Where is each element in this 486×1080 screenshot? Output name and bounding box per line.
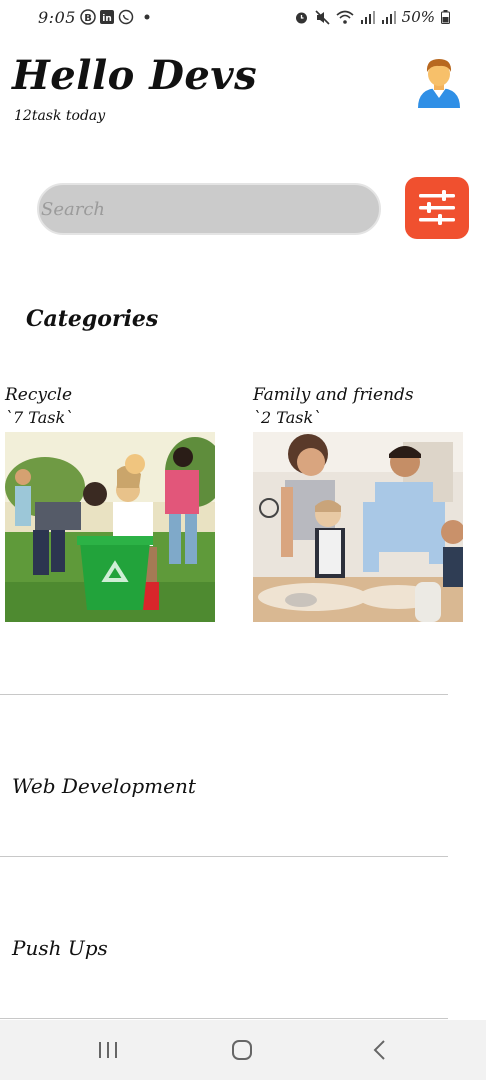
battery-percent: 50% (401, 8, 435, 26)
home-icon[interactable] (222, 1034, 262, 1066)
page-title: Hello Devs (12, 52, 258, 99)
divider (0, 694, 448, 695)
back-icon[interactable] (360, 1034, 400, 1066)
category-card-recycle[interactable]: Recycle `7 Task` (5, 384, 217, 622)
category-task-count: `2 Task` (253, 408, 322, 427)
whatsapp-icon (118, 9, 134, 25)
recycle-photo (5, 432, 215, 622)
filter-button[interactable] (405, 177, 469, 239)
battery-icon (441, 10, 450, 24)
task-item-web-development[interactable]: Web Development (12, 774, 196, 798)
status-time: 9:05 (38, 8, 76, 27)
recent-apps-icon[interactable] (88, 1034, 128, 1066)
svg-text:in: in (102, 14, 112, 24)
category-name: Recycle (5, 385, 73, 405)
status-bar: 9:05 B in 50% (0, 0, 486, 36)
categories-heading: Categories (26, 306, 159, 332)
mute-icon (315, 9, 330, 25)
category-name: Family and friends (253, 385, 414, 405)
linkedin-icon: in (100, 10, 114, 24)
user-avatar-icon[interactable] (412, 54, 466, 108)
task-item-push-ups[interactable]: Push Ups (12, 936, 108, 960)
svg-text:B: B (84, 13, 92, 24)
divider (0, 1018, 448, 1019)
alarm-icon (295, 12, 307, 23)
b-icon: B (80, 9, 96, 25)
divider (0, 856, 448, 857)
family-photo (253, 432, 463, 622)
signal-icon (360, 10, 375, 24)
signal-icon (381, 10, 396, 24)
search-bar (37, 183, 381, 235)
category-card-family-and-friends[interactable]: Family and friends `2 Task` (253, 384, 465, 622)
search-input[interactable] (39, 185, 379, 233)
status-right: 50% (294, 8, 450, 26)
task-count-subtitle: 12task today (14, 108, 106, 124)
system-nav-bar (0, 1020, 486, 1080)
sliders-icon (419, 190, 455, 225)
category-task-count: `7 Task` (5, 408, 74, 427)
status-app-icons: B in (80, 9, 153, 25)
wifi-icon (336, 10, 354, 24)
dot-icon (144, 14, 150, 20)
